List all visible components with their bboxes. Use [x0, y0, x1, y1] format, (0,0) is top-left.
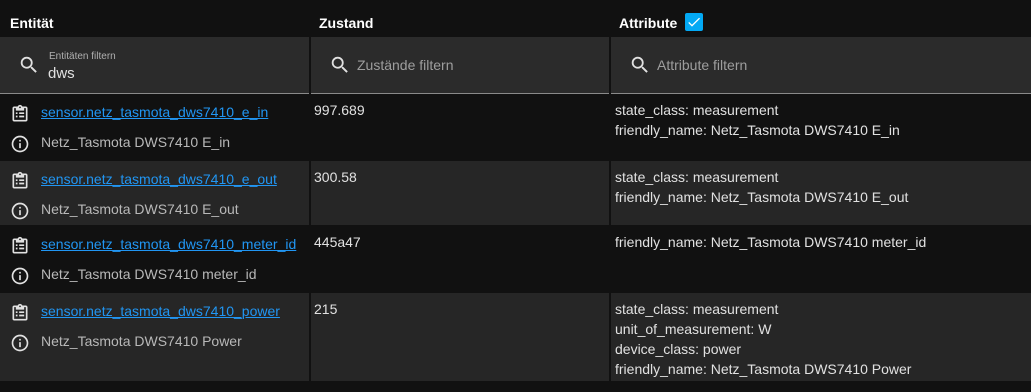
- entity-cell: sensor.netz_tasmota_dws7410_power Netz_T…: [0, 293, 309, 381]
- attributes-filter[interactable]: [611, 37, 1031, 94]
- state-value: 215: [314, 301, 338, 317]
- column-header-attributes: Attribute: [619, 15, 678, 31]
- attribute-line: friendly_name: Netz_Tasmota DWS7410 E_ou…: [615, 189, 909, 205]
- attributes-cell: state_class: measurement friendly_name: …: [611, 94, 1031, 160]
- attribute-line: state_class: measurement: [615, 301, 779, 317]
- information-outline-icon[interactable]: [10, 201, 30, 221]
- table-row: sensor.netz_tasmota_dws7410_e_out Netz_T…: [0, 161, 1031, 225]
- attribute-line: friendly_name: Netz_Tasmota DWS7410 mete…: [615, 234, 927, 250]
- state-cell: 300.58: [311, 161, 609, 225]
- table-row: sensor.netz_tasmota_dws7410_power Netz_T…: [0, 293, 1031, 381]
- entity-id-link[interactable]: sensor.netz_tasmota_dws7410_power: [41, 303, 280, 319]
- attribute-line: state_class: measurement: [615, 169, 779, 185]
- entity-friendly-name: Netz_Tasmota DWS7410 E_out: [41, 201, 239, 217]
- state-filter[interactable]: [311, 37, 609, 94]
- attribute-line: unit_of_measurement: W: [615, 321, 772, 337]
- state-value: 445a47: [314, 234, 361, 250]
- entity-filter[interactable]: Entitäten filtern: [0, 37, 309, 94]
- attributes-cell: state_class: measurement friendly_name: …: [611, 161, 1031, 225]
- clipboard-list-icon[interactable]: [10, 236, 30, 256]
- entity-filter-input[interactable]: [48, 53, 288, 93]
- table-header: Entität Zustand Attribute: [0, 0, 1031, 37]
- state-value: 300.58: [314, 169, 357, 185]
- state-filter-input[interactable]: [357, 37, 597, 93]
- entity-id-link[interactable]: sensor.netz_tasmota_dws7410_e_out: [41, 171, 277, 187]
- table-row: sensor.netz_tasmota_dws7410_e_in Netz_Ta…: [0, 94, 1031, 160]
- attributes-checkbox[interactable]: [685, 13, 703, 31]
- clipboard-list-icon[interactable]: [10, 171, 30, 191]
- attributes-filter-input[interactable]: [657, 37, 897, 93]
- check-icon: [688, 17, 700, 27]
- information-outline-icon[interactable]: [10, 333, 30, 353]
- search-icon: [631, 56, 648, 73]
- information-outline-icon[interactable]: [10, 134, 30, 154]
- attribute-line: friendly_name: Netz_Tasmota DWS7410 Powe…: [615, 361, 912, 377]
- state-value: 997.689: [314, 102, 365, 118]
- information-outline-icon[interactable]: [10, 266, 30, 286]
- state-cell: 215: [311, 293, 609, 381]
- search-icon: [331, 56, 348, 73]
- attribute-line: friendly_name: Netz_Tasmota DWS7410 E_in: [615, 122, 900, 138]
- clipboard-list-icon[interactable]: [10, 303, 30, 323]
- entity-id-link[interactable]: sensor.netz_tasmota_dws7410_e_in: [41, 104, 268, 120]
- entity-cell: sensor.netz_tasmota_dws7410_e_in Netz_Ta…: [0, 94, 309, 160]
- search-icon: [20, 56, 37, 73]
- attribute-line: state_class: measurement: [615, 102, 779, 118]
- attributes-cell: state_class: measurement unit_of_measure…: [611, 293, 1031, 381]
- entity-friendly-name: Netz_Tasmota DWS7410 meter_id: [41, 266, 257, 282]
- entity-friendly-name: Netz_Tasmota DWS7410 E_in: [41, 134, 231, 150]
- entity-id-link[interactable]: sensor.netz_tasmota_dws7410_meter_id: [41, 236, 296, 252]
- table-row: sensor.netz_tasmota_dws7410_meter_id Net…: [0, 226, 1031, 292]
- column-header-entity: Entität: [10, 15, 54, 31]
- attributes-cell: friendly_name: Netz_Tasmota DWS7410 mete…: [611, 226, 1031, 292]
- entity-cell: sensor.netz_tasmota_dws7410_meter_id Net…: [0, 226, 309, 292]
- clipboard-list-icon[interactable]: [10, 104, 30, 124]
- state-cell: 445a47: [311, 226, 609, 292]
- attribute-line: device_class: power: [615, 341, 742, 357]
- entity-cell: sensor.netz_tasmota_dws7410_e_out Netz_T…: [0, 161, 309, 225]
- column-header-state: Zustand: [319, 15, 374, 31]
- entity-friendly-name: Netz_Tasmota DWS7410 Power: [41, 333, 242, 349]
- state-cell: 997.689: [311, 94, 609, 160]
